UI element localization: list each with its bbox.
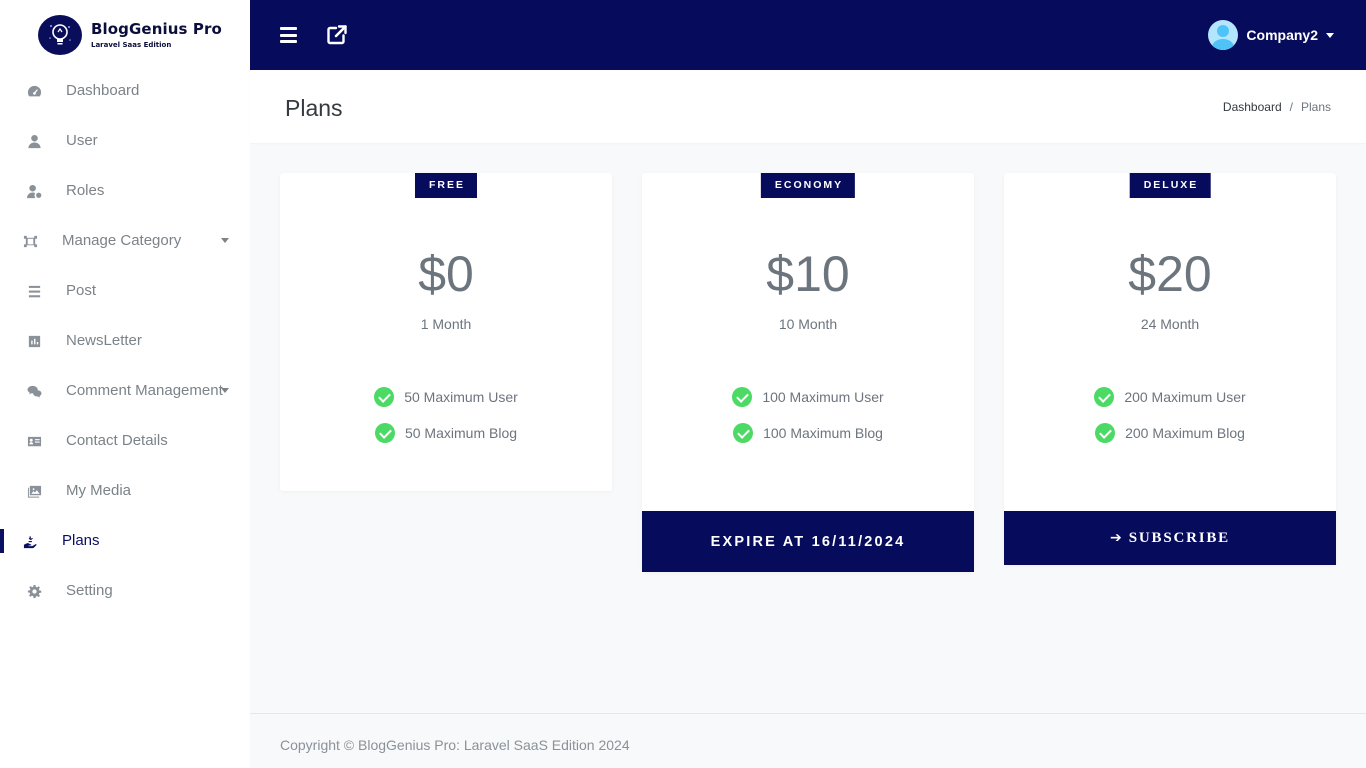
chevron-down-icon (221, 388, 229, 393)
subscribe-button-label: SUBSCRIBE (1128, 529, 1230, 546)
sidebar: BlogGenius Pro Laravel Saas Edition Dash… (0, 0, 250, 768)
user-icon (26, 133, 42, 149)
plan-card-deluxe: DELUXE $20 24 Month 200 Maximum User 200… (1004, 173, 1336, 565)
images-icon (26, 483, 42, 499)
sidebar-item-label: Post (66, 282, 97, 299)
menu-toggle-icon[interactable] (280, 27, 297, 43)
gear-icon (26, 583, 42, 599)
comments-icon (26, 383, 42, 399)
hand-holding-icon (22, 533, 38, 549)
plan-feature: 200 Maximum Blog (1004, 415, 1336, 451)
sidebar-item-user[interactable]: User (0, 116, 250, 166)
sidebar-item-label: Comment Management (66, 382, 223, 399)
check-circle-icon (1095, 423, 1116, 443)
user-name: Company2 (1246, 27, 1318, 43)
sidebar-item-comment-management[interactable]: Comment Management (0, 366, 250, 416)
sidebar-item-manage-category[interactable]: Manage Category (0, 216, 250, 266)
plan-badge: FREE (414, 173, 478, 198)
plan-features: 200 Maximum User 200 Maximum Blog (1004, 379, 1336, 451)
footer: Copyright © BlogGenius Pro: Laravel SaaS… (250, 713, 1366, 768)
sidebar-item-label: Roles (66, 182, 105, 199)
plan-price: $20 (1128, 246, 1212, 302)
plan-duration: 10 Month (778, 316, 838, 332)
sidebar-item-newsletter[interactable]: NewsLetter (0, 316, 250, 366)
user-cog-icon (26, 183, 42, 199)
sidebar-item-plans[interactable]: Plans (0, 516, 250, 566)
topbar: Company2 (250, 0, 1366, 70)
brand[interactable]: BlogGenius Pro Laravel Saas Edition (0, 0, 250, 70)
sidebar-item-label: Setting (66, 582, 113, 599)
plan-features: 100 Maximum User 100 Maximum Blog (642, 379, 974, 451)
chevron-down-icon (1326, 32, 1334, 38)
user-menu[interactable]: Company2 (1208, 20, 1334, 50)
id-card-icon (26, 433, 42, 449)
sidebar-item-label: Plans (62, 532, 100, 549)
plan-badge: DELUXE (1129, 173, 1211, 198)
breadcrumb-home-link[interactable]: Dashboard (1223, 100, 1282, 114)
plan-duration: 1 Month (420, 316, 472, 332)
sidebar-item-setting[interactable]: Setting (0, 566, 250, 616)
plan-feature-text: 50 Maximum Blog (404, 425, 518, 441)
plan-features: 50 Maximum User 50 Maximum Blog (280, 379, 612, 451)
plan-badge: ECONOMY (760, 173, 856, 198)
breadcrumb: Dashboard / Plans (1223, 100, 1331, 114)
check-circle-icon (732, 387, 753, 407)
plan-feature-text: 50 Maximum User (404, 389, 518, 405)
sidebar-item-my-media[interactable]: My Media (0, 466, 250, 516)
plan-price: $10 (766, 246, 850, 302)
lightbulb-logo-icon (38, 15, 82, 55)
breadcrumb-separator: / (1289, 100, 1293, 114)
sidebar-item-label: User (66, 132, 98, 149)
footer-copyright: Copyright © BlogGenius Pro: Laravel SaaS… (280, 737, 630, 753)
avatar (1208, 20, 1239, 50)
plan-feature: 100 Maximum User (642, 379, 974, 415)
plan-feature-text: 100 Maximum Blog (763, 425, 883, 441)
sidebar-item-roles[interactable]: Roles (0, 166, 250, 216)
subscribe-button[interactable]: ➔ SUBSCRIBE (1004, 511, 1336, 565)
expire-button[interactable]: EXPIRE AT 16/11/2024 (642, 511, 974, 572)
external-link-icon[interactable] (326, 24, 348, 46)
sidebar-item-label: NewsLetter (66, 332, 142, 349)
page-header: Plans Dashboard / Plans (250, 70, 1366, 143)
check-circle-icon (374, 387, 395, 407)
plan-feature: 50 Maximum User (280, 379, 612, 415)
sidebar-item-label: Contact Details (66, 432, 168, 449)
sidebar-nav: Dashboard User Roles Manage Category Pos… (0, 66, 250, 616)
gauge-icon (26, 83, 42, 99)
plan-feature-text: 100 Maximum User (762, 389, 884, 405)
page-title: Plans (285, 95, 343, 121)
plan-card-economy: ECONOMY $10 10 Month 100 Maximum User 10… (642, 173, 974, 572)
sidebar-item-contact-details[interactable]: Contact Details (0, 416, 250, 466)
sidebar-item-label: Dashboard (66, 82, 140, 99)
sidebar-item-dashboard[interactable]: Dashboard (0, 66, 250, 116)
plan-duration: 24 Month (1140, 316, 1200, 332)
plan-feature-text: 200 Maximum User (1124, 389, 1246, 405)
sidebar-item-post[interactable]: Post (0, 266, 250, 316)
plan-feature-text: 200 Maximum Blog (1125, 425, 1245, 441)
sidebar-item-label: Manage Category (62, 232, 182, 249)
check-circle-icon (733, 423, 754, 443)
check-circle-icon (1094, 387, 1115, 407)
plan-feature: 50 Maximum Blog (280, 415, 612, 451)
sidebar-item-label: My Media (66, 482, 132, 499)
active-indicator (0, 529, 4, 553)
arrow-right-icon: ➔ (1110, 530, 1122, 546)
chart-icon (26, 333, 42, 349)
plan-price: $0 (418, 246, 474, 302)
brand-subtitle: Laravel Saas Edition (91, 40, 172, 49)
plan-card-free: FREE $0 1 Month 50 Maximum User 50 Maxim… (280, 173, 612, 491)
list-icon (26, 283, 42, 299)
check-circle-icon (374, 423, 395, 443)
plan-feature: 100 Maximum Blog (642, 415, 974, 451)
chevron-down-icon (221, 238, 229, 243)
category-icon (22, 233, 38, 249)
brand-title: BlogGenius Pro (91, 19, 222, 38)
plan-feature: 200 Maximum User (1004, 379, 1336, 415)
breadcrumb-current: Plans (1300, 100, 1331, 114)
